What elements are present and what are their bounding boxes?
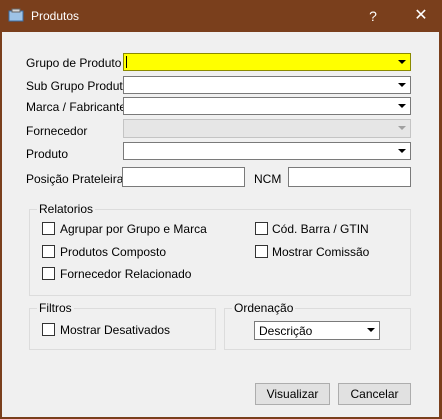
mostrar-comissao-label[interactable]: Mostrar Comissão (272, 245, 369, 259)
mostrar-desativados-checkbox[interactable] (42, 323, 55, 336)
filtros-title: Filtros (37, 301, 74, 315)
help-button[interactable]: ? (357, 0, 389, 32)
ordenacao-select[interactable]: Descrição (254, 321, 380, 340)
title-bar[interactable]: Produtos ? ✕ (0, 0, 442, 32)
marca-label: Marca / Fabricante (26, 100, 127, 114)
posicao-label: Posição Prateleira (26, 172, 124, 186)
fornecedor-relacionado-checkbox[interactable] (42, 267, 55, 280)
fornecedor-combo (123, 119, 411, 138)
cod-barra-label[interactable]: Cód. Barra / GTIN (272, 222, 369, 236)
sub-grupo-label: Sub Grupo Produto (26, 79, 130, 93)
mostrar-comissao-checkbox[interactable] (255, 245, 268, 258)
visualizar-button[interactable]: Visualizar (255, 383, 330, 405)
close-button[interactable]: ✕ (400, 0, 442, 32)
app-icon (8, 8, 24, 22)
chevron-down-icon (398, 60, 406, 64)
produto-label: Produto (26, 147, 69, 161)
produtos-composto-checkbox[interactable] (42, 245, 55, 258)
produtos-composto-label[interactable]: Produtos Composto (60, 245, 166, 259)
cod-barra-checkbox[interactable] (255, 222, 268, 235)
cancelar-button[interactable]: Cancelar (338, 383, 411, 405)
produto-combo[interactable] (123, 142, 411, 160)
mostrar-desativados-label[interactable]: Mostrar Desativados (60, 323, 170, 337)
ordenacao-title: Ordenação (232, 301, 296, 315)
ncm-label: NCM (254, 172, 282, 186)
window-title: Produtos (31, 9, 80, 23)
produtos-window: Produtos ? ✕ Grupo de Produto Sub Grupo … (0, 0, 442, 419)
form-client-area: Grupo de Produto Sub Grupo Produto Marca… (2, 32, 439, 417)
fornecedor-relacionado-label[interactable]: Fornecedor Relacionado (60, 267, 191, 281)
text-caret (126, 56, 127, 68)
ordenacao-value: Descrição (259, 324, 313, 338)
grupo-produto-combo[interactable] (123, 53, 411, 71)
agrupar-checkbox[interactable] (42, 222, 55, 235)
chevron-down-icon (398, 149, 406, 153)
posicao-input[interactable] (122, 167, 245, 187)
sub-grupo-combo[interactable] (123, 76, 411, 94)
relatorios-title: Relatorios (37, 202, 96, 216)
grupo-produto-label: Grupo de Produto (26, 56, 122, 70)
ncm-input[interactable] (288, 167, 411, 187)
chevron-down-icon (367, 328, 375, 332)
fornecedor-label: Fornecedor (26, 124, 88, 138)
chevron-down-icon (398, 83, 406, 87)
marca-combo[interactable] (123, 97, 411, 115)
agrupar-label[interactable]: Agrupar por Grupo e Marca (60, 222, 207, 236)
chevron-down-icon (398, 126, 406, 130)
chevron-down-icon (398, 104, 406, 108)
